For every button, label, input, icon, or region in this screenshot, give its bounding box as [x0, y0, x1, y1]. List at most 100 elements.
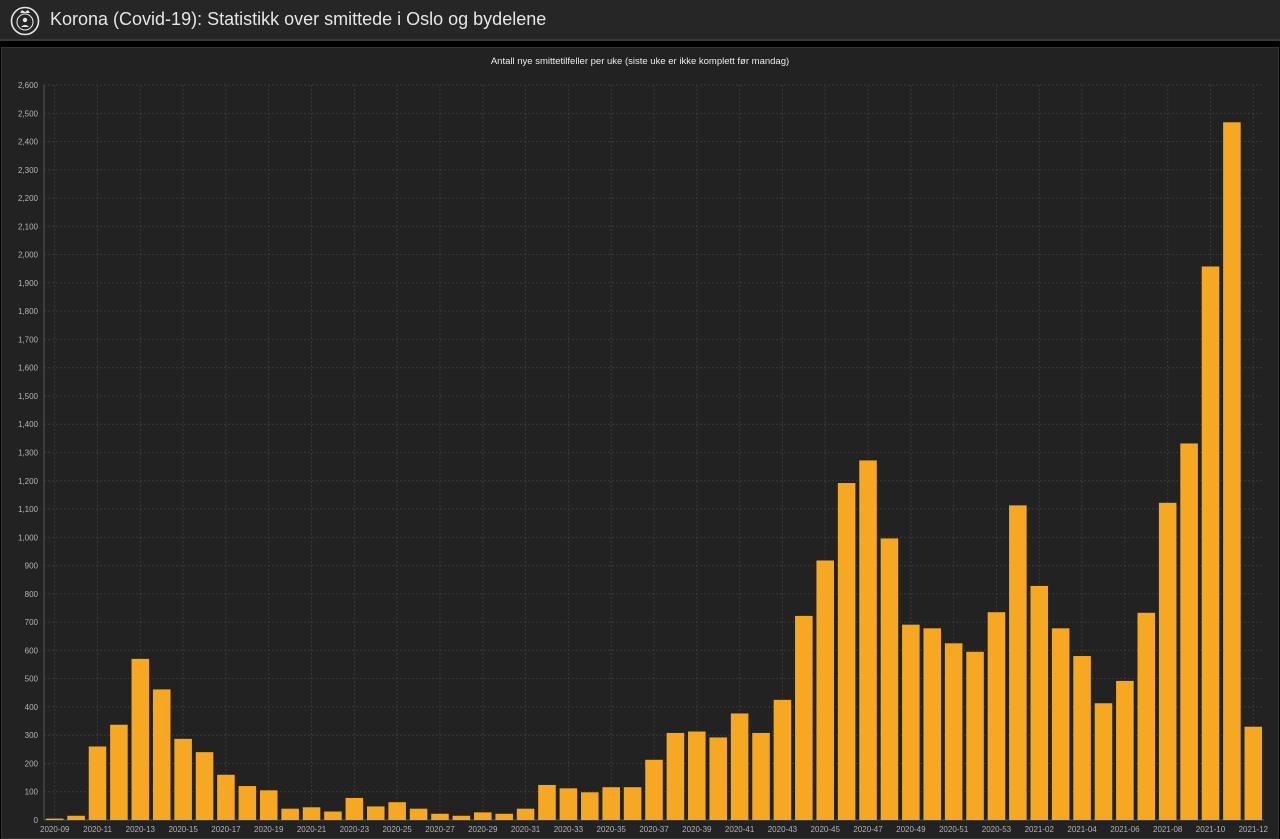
bar-2020-35[interactable] [602, 787, 620, 820]
y-tick-label: 2,500 [18, 109, 39, 118]
bar-2020-43[interactable] [773, 699, 792, 820]
bar-2021-03[interactable] [1051, 628, 1070, 820]
x-tick-label: 2020-53 [982, 825, 1012, 834]
bar-2021-06[interactable] [1116, 680, 1134, 820]
bar-2020-51[interactable] [944, 643, 963, 820]
bar-2020-17[interactable] [217, 774, 235, 820]
oslo-city-seal-icon [10, 6, 40, 36]
bar-2020-45[interactable] [816, 560, 835, 820]
x-tick-label: 2020-43 [768, 825, 798, 834]
bar-2020-18[interactable] [238, 786, 257, 820]
bar-2020-19[interactable] [259, 790, 278, 820]
bar-2020-37[interactable] [645, 759, 663, 820]
bar-2020-15[interactable] [174, 738, 192, 820]
bar-2020-50[interactable] [923, 628, 942, 820]
weekly-cases-chart: Antall nye smittetilfeller per uke (sist… [18, 56, 1269, 834]
bar-2020-46[interactable] [837, 483, 856, 820]
y-tick-label: 900 [25, 562, 39, 571]
y-tick-label: 1,000 [18, 533, 39, 542]
bar-2020-29[interactable] [473, 812, 492, 820]
bar-2020-31[interactable] [516, 808, 535, 820]
bar-2020-38[interactable] [666, 732, 685, 820]
bar-2020-32[interactable] [538, 784, 556, 820]
x-tick-label: 2020-19 [254, 825, 284, 834]
bar-2020-52[interactable] [966, 651, 984, 820]
bar-2020-36[interactable] [623, 787, 642, 820]
bar-2020-49[interactable] [902, 624, 920, 820]
bar-2020-24[interactable] [366, 806, 385, 820]
bar-2020-39[interactable] [688, 731, 706, 820]
bar-2020-23[interactable] [345, 797, 364, 820]
x-tick-label: 2020-17 [211, 825, 241, 834]
bar-2021-01[interactable] [1009, 505, 1027, 820]
bar-2021-05[interactable] [1094, 703, 1113, 820]
bar-2021-07[interactable] [1137, 612, 1156, 820]
bar-2021-08[interactable] [1158, 502, 1177, 820]
x-tick-label: 2020-37 [639, 825, 669, 834]
y-tick-label: 2,200 [18, 194, 39, 203]
y-tick-label: 2,400 [18, 138, 39, 147]
bar-2020-25[interactable] [388, 802, 406, 820]
y-tick-label: 100 [25, 788, 39, 797]
bar-2021-10[interactable] [1201, 266, 1220, 820]
bar-2020-22[interactable] [324, 811, 342, 820]
x-tick-label: 2020-25 [382, 825, 412, 834]
x-tick-label: 2021-04 [1067, 825, 1097, 834]
x-tick-label: 2020-39 [682, 825, 712, 834]
y-tick-label: 800 [25, 590, 39, 599]
bar-2020-53[interactable] [987, 612, 1006, 820]
bar-2020-13[interactable] [131, 658, 150, 820]
x-tick-label: 2021-12 [1239, 825, 1269, 834]
bar-2020-48[interactable] [880, 538, 899, 820]
bar-2020-33[interactable] [559, 788, 578, 820]
y-tick-label: 500 [25, 675, 39, 684]
x-tick-label: 2021-06 [1110, 825, 1140, 834]
bar-2020-26[interactable] [409, 808, 428, 820]
bar-2020-09[interactable] [45, 818, 64, 820]
bar-2020-12[interactable] [110, 724, 128, 820]
bar-2020-27[interactable] [431, 813, 449, 820]
bar-2021-12[interactable] [1244, 726, 1263, 820]
bar-2021-02[interactable] [1030, 585, 1049, 820]
bar-2020-30[interactable] [495, 813, 513, 820]
x-tick-label: 2021-08 [1153, 825, 1183, 834]
x-tick-label: 2020-41 [725, 825, 755, 834]
x-tick-label: 2020-23 [340, 825, 370, 834]
bar-2021-04[interactable] [1073, 656, 1091, 820]
bar-2020-20[interactable] [281, 808, 299, 820]
x-tick-label: 2020-31 [511, 825, 541, 834]
chart-title: Antall nye smittetilfeller per uke (sist… [491, 56, 789, 67]
bar-2021-09[interactable] [1180, 443, 1198, 820]
y-tick-label: 1,300 [18, 449, 39, 458]
x-tick-label: 2020-51 [939, 825, 969, 834]
bar-2020-14[interactable] [152, 689, 171, 820]
x-tick-label: 2020-45 [811, 825, 841, 834]
app-title: Korona (Covid-19): Statistikk over smitt… [50, 9, 547, 29]
bar-2020-40[interactable] [709, 737, 727, 820]
y-tick-label: 2,300 [18, 166, 39, 175]
y-tick-label: 1,200 [18, 477, 39, 486]
x-tick-label: 2021-02 [1025, 825, 1055, 834]
bar-2020-11[interactable] [88, 746, 107, 821]
bar-2020-34[interactable] [581, 792, 599, 820]
bar-2021-11[interactable] [1223, 122, 1241, 821]
x-tick-label: 2021-10 [1196, 825, 1226, 834]
bar-2020-16[interactable] [195, 752, 214, 820]
y-tick-label: 1,700 [18, 335, 39, 344]
x-tick-label: 2020-09 [40, 825, 70, 834]
bar-2020-47[interactable] [859, 460, 877, 820]
y-tick-label: 2,100 [18, 222, 39, 231]
bar-2020-21[interactable] [302, 807, 321, 820]
bar-2020-42[interactable] [752, 732, 770, 820]
x-tick-label: 2020-33 [554, 825, 584, 834]
y-tick-label: 400 [25, 703, 39, 712]
x-axis-labels: 2020-09 2020-11 2020-13 2020-15 2020-17 2020-… [40, 825, 1269, 834]
x-tick-label: 2020-29 [468, 825, 498, 834]
bar-2020-44[interactable] [795, 615, 813, 820]
bar-2020-28[interactable] [452, 815, 471, 820]
y-tick-label: 300 [25, 731, 39, 740]
bar-2020-41[interactable] [730, 713, 749, 820]
bar-2020-10[interactable] [67, 815, 85, 820]
y-tick-label: 2,600 [18, 81, 39, 90]
y-tick-label: 200 [25, 759, 39, 768]
